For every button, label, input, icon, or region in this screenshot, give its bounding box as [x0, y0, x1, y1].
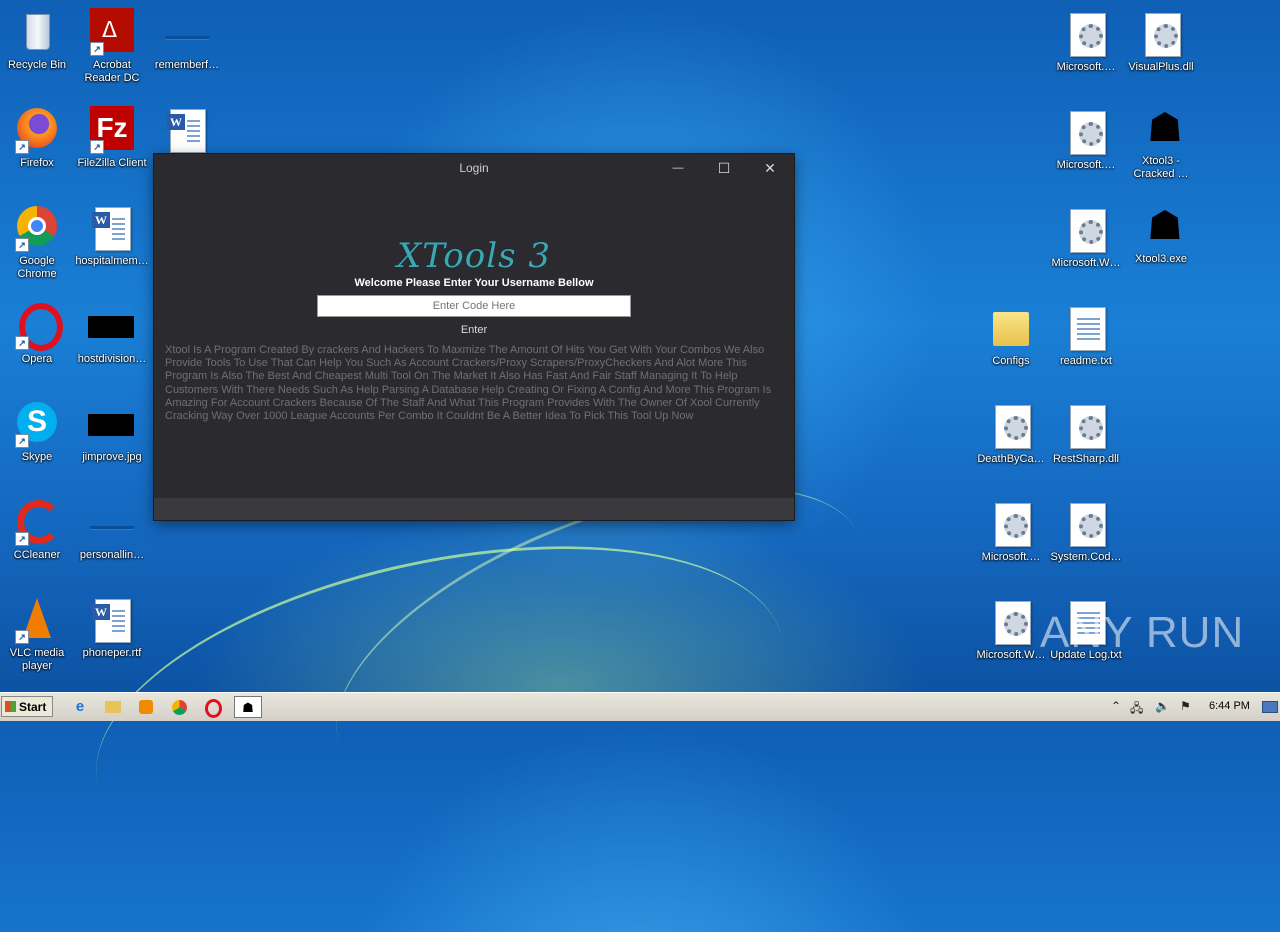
login-titlebar[interactable]: Login — ☐ ✕ [154, 154, 794, 182]
word-document-icon: W [88, 204, 136, 252]
welcome-message: Welcome Please Enter Your Username Bello… [354, 277, 594, 289]
image-file-icon [88, 400, 136, 448]
flag-icon[interactable]: ⚑ [1180, 699, 1191, 713]
anyrun-watermark: ANY RUN [1040, 608, 1245, 657]
vlc-icon: ↗ [13, 596, 61, 644]
desktop-icon-xtool3-cracked[interactable]: ☗ Xtool3 - Cracked … [1124, 104, 1198, 181]
text-file-icon [1062, 304, 1110, 352]
code-input[interactable] [317, 295, 631, 317]
windows-logo-icon [5, 701, 16, 712]
volume-icon[interactable]: 🔈 [1155, 699, 1170, 713]
program-description: Xtool Is A Program Created By crackers A… [165, 344, 772, 423]
desktop-icon-firefox[interactable]: ↗ Firefox [0, 106, 74, 170]
opera-icon: ↗ [13, 302, 63, 351]
desktop-icon-microsoft-2[interactable]: Microsoft.… [1049, 108, 1123, 172]
desktop-icon-vlc[interactable]: ↗ VLC media player [0, 596, 74, 673]
desktop-icon-phoneper[interactable]: W phoneper.rtf [75, 596, 149, 660]
dll-gear-icon [987, 598, 1035, 646]
media-player-icon[interactable] [134, 696, 158, 718]
desktop-icon-system-cod[interactable]: System.Cod… [1049, 500, 1123, 564]
desktop-icon-microsoft-3[interactable]: Microsoft.… [974, 500, 1048, 564]
desktop-icon-word-doc[interactable]: W [150, 106, 224, 157]
minimize-button[interactable]: — [655, 154, 701, 182]
desktop-icon-restsharp[interactable]: RestSharp.dll [1049, 402, 1123, 466]
dll-gear-icon [1137, 10, 1185, 58]
start-label: Start [19, 700, 47, 714]
desktop-icon-hospitalmem[interactable]: W hospitalmem… [75, 204, 149, 268]
desktop-icon-deathbyca[interactable]: DeathByCa… [974, 402, 1048, 466]
reaper-icon: ☗ [1147, 106, 1183, 150]
dll-gear-icon [987, 500, 1035, 548]
desktop-icon-microsoft-w-1[interactable]: Microsoft.W… [1049, 206, 1123, 270]
desktop-icon-opera[interactable]: ↗ Opera [0, 302, 74, 366]
show-desktop-button[interactable] [1262, 701, 1278, 713]
dll-gear-icon [1062, 10, 1110, 58]
recycle-bin-icon [13, 8, 61, 56]
taskbar-clock[interactable]: 6:44 PM [1209, 700, 1250, 712]
dll-gear-icon [1062, 206, 1110, 254]
desktop-icon-configs[interactable]: Configs [974, 304, 1048, 368]
desktop-icon-ccleaner[interactable]: ↗ CCleaner [0, 498, 74, 562]
opera-icon[interactable] [201, 696, 225, 718]
desktop-icon-xtool3-exe[interactable]: ☗ Xtool3.exe [1124, 202, 1198, 266]
desktop-icon-personallin[interactable]: personallin… [75, 498, 149, 562]
tray-expand-icon[interactable]: ⌃ [1111, 699, 1121, 713]
desktop-icon-hostdivision[interactable]: hostdivision… [75, 302, 149, 366]
login-window[interactable]: Login — ☐ ✕ XTools 3 Welcome Please Ente… [154, 154, 794, 520]
xtool-reaper-icon[interactable]: ☗ [234, 696, 262, 718]
word-document-icon: W [163, 106, 211, 154]
image-file-icon [88, 302, 136, 350]
ccleaner-icon: ↗ [13, 498, 61, 546]
desktop-icon-chrome[interactable]: ↗ Google Chrome [0, 204, 74, 281]
dll-gear-icon [1062, 108, 1110, 156]
skype-icon: S ↗ [13, 400, 61, 448]
dll-gear-icon [1062, 402, 1110, 450]
acrobat-icon: ᐃ ↗ [88, 8, 136, 56]
desktop-icon-acrobat[interactable]: ᐃ ↗ Acrobat Reader DC [75, 8, 149, 85]
desktop-icon-recycle-bin[interactable]: Recycle Bin [0, 8, 74, 72]
enter-button[interactable]: Enter [154, 324, 794, 336]
dll-gear-icon [1062, 500, 1110, 548]
desktop-icon-jimprove[interactable]: jimprove.jpg [75, 400, 149, 464]
start-button[interactable]: Start [1, 696, 53, 717]
dll-gear-icon [987, 402, 1035, 450]
maximize-button[interactable]: ☐ [701, 154, 747, 182]
desktop-icon-visualplus[interactable]: VisualPlus.dll [1124, 10, 1198, 74]
chrome-icon[interactable] [167, 696, 191, 718]
close-button[interactable]: ✕ [747, 154, 793, 182]
firefox-icon: ↗ [13, 106, 61, 154]
desktop-icon-microsoft-1[interactable]: Microsoft.… [1049, 10, 1123, 74]
network-icon[interactable]: 🖧 [1130, 699, 1143, 720]
word-document-icon: W [88, 596, 136, 644]
taskbar: Start e ☗ ⌃ 🖧 🔈 ⚑ 6:44 PM [0, 692, 1280, 721]
reaper-icon: ☗ [1147, 204, 1183, 248]
explorer-icon[interactable] [101, 696, 125, 718]
filezilla-icon: Fz ↗ [88, 106, 136, 154]
xtools-logo: XTools 3 [397, 236, 551, 276]
folder-icon [987, 304, 1035, 352]
desktop-icon-microsoft-w-2[interactable]: Microsoft.W… [974, 598, 1048, 662]
image-file-icon [88, 498, 136, 546]
desktop-icon-filezilla[interactable]: Fz ↗ FileZilla Client [75, 106, 149, 170]
image-file-icon [163, 8, 211, 56]
desktop-icon-readme[interactable]: readme.txt [1049, 304, 1123, 368]
desktop-icon-skype[interactable]: S ↗ Skype [0, 400, 74, 464]
window-status-bar [154, 498, 794, 520]
ie-icon[interactable]: e [68, 696, 92, 718]
chrome-icon: ↗ [13, 204, 61, 252]
desktop-icon-rememberf[interactable]: rememberf… [150, 8, 224, 72]
